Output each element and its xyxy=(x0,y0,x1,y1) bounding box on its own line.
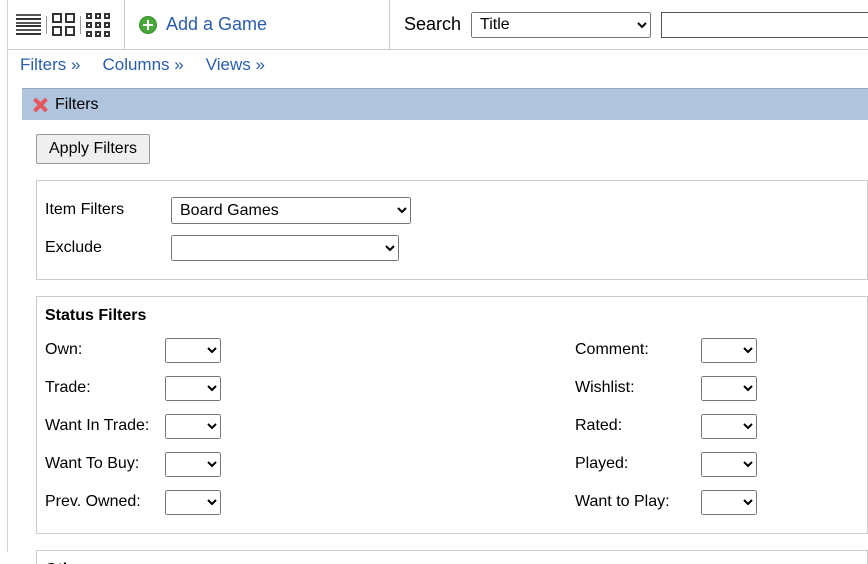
want-to-play-select[interactable] xyxy=(701,489,757,515)
status-row-rated: Rated: xyxy=(567,407,757,445)
toolbar-divider-2 xyxy=(80,15,81,34)
close-x-icon[interactable] xyxy=(32,97,48,113)
status-row-comment: Comment: xyxy=(567,331,757,369)
search-input[interactable] xyxy=(661,11,868,38)
status-filters-left-column: Own: Trade: Want In Trade: Want To Buy: … xyxy=(37,331,567,521)
status-filters-right-column: Comment: Wishlist: Rated: Played: Want t… xyxy=(567,331,757,521)
small-grid-view-icon[interactable] xyxy=(86,12,110,37)
list-view-icon[interactable] xyxy=(16,14,41,35)
own-label: Own: xyxy=(45,341,83,358)
plus-circle-icon xyxy=(139,15,157,34)
add-a-game-label: Add a Game xyxy=(166,14,268,34)
item-filters-row: Item Filters Board Games xyxy=(37,191,867,229)
page-left-rule xyxy=(7,0,8,552)
filters-panel: Filters Apply Filters Item Filters Board… xyxy=(22,88,868,564)
status-row-prev-owned: Prev. Owned: xyxy=(37,483,567,521)
search-area: Search Title xyxy=(390,0,868,50)
prev-owned-select[interactable] xyxy=(165,489,221,515)
item-filters-label: Item Filters xyxy=(45,201,125,218)
exclude-label: Exclude xyxy=(45,239,102,256)
wishlist-select[interactable] xyxy=(701,375,757,401)
nav-link-filters[interactable]: Filters » xyxy=(20,55,80,75)
status-row-wishlist: Wishlist: xyxy=(567,369,757,407)
status-row-played: Played: xyxy=(567,445,757,483)
filters-body: Apply Filters Item Filters Board Games E… xyxy=(22,120,868,564)
filters-header: Filters xyxy=(22,88,868,120)
status-row-want-to-play: Want to Play: xyxy=(567,483,757,521)
status-row-want-to-buy: Want To Buy: xyxy=(37,445,567,483)
apply-filters-button[interactable]: Apply Filters xyxy=(36,134,151,164)
want-to-buy-label: Want To Buy: xyxy=(45,455,140,472)
toolbar-divider-1 xyxy=(46,15,47,34)
search-field-select[interactable]: Title xyxy=(471,11,652,38)
status-row-trade: Trade: xyxy=(37,369,567,407)
status-row-own: Own: xyxy=(37,331,567,369)
want-to-play-label: Want to Play: xyxy=(575,493,670,510)
top-toolbar: Add a Game Search Title xyxy=(8,0,868,50)
next-filters-box-cutoff: Other xyxy=(36,550,868,564)
played-label: Played: xyxy=(575,455,629,472)
view-mode-switcher xyxy=(8,0,125,50)
prev-owned-label: Prev. Owned: xyxy=(45,493,141,510)
rated-label: Rated: xyxy=(575,417,623,434)
large-grid-view-icon[interactable] xyxy=(52,13,75,36)
search-label: Search xyxy=(404,14,462,34)
want-to-buy-select[interactable] xyxy=(165,451,221,477)
filters-header-title: Filters xyxy=(55,95,99,113)
status-filters-grid: Own: Trade: Want In Trade: Want To Buy: … xyxy=(37,331,867,521)
item-filters-box: Item Filters Board Games Exclude xyxy=(36,180,868,280)
rated-select[interactable] xyxy=(701,413,757,439)
played-select[interactable] xyxy=(701,451,757,477)
nav-link-views[interactable]: Views » xyxy=(206,55,265,75)
exclude-row: Exclude xyxy=(37,229,867,267)
comment-label: Comment: xyxy=(575,341,649,358)
status-row-want-in-trade: Want In Trade: xyxy=(37,407,567,445)
own-select[interactable] xyxy=(165,337,221,363)
status-filters-title: Status Filters xyxy=(45,307,147,324)
page-root: Add a Game Search Title Filters » Column… xyxy=(0,0,868,564)
section-nav-links: Filters » Columns » Views » xyxy=(8,50,265,80)
exclude-select[interactable] xyxy=(171,235,399,261)
status-filters-box: Status Filters Own: Trade: Want In Trade… xyxy=(36,296,868,534)
want-in-trade-select[interactable] xyxy=(165,413,221,439)
trade-select[interactable] xyxy=(165,375,221,401)
item-filters-select[interactable]: Board Games xyxy=(171,196,411,224)
nav-link-columns[interactable]: Columns » xyxy=(102,55,183,75)
trade-label: Trade: xyxy=(45,379,91,396)
wishlist-label: Wishlist: xyxy=(575,379,635,396)
add-a-game-button[interactable]: Add a Game xyxy=(125,0,390,50)
comment-select[interactable] xyxy=(701,337,757,363)
want-in-trade-label: Want In Trade: xyxy=(45,417,150,434)
